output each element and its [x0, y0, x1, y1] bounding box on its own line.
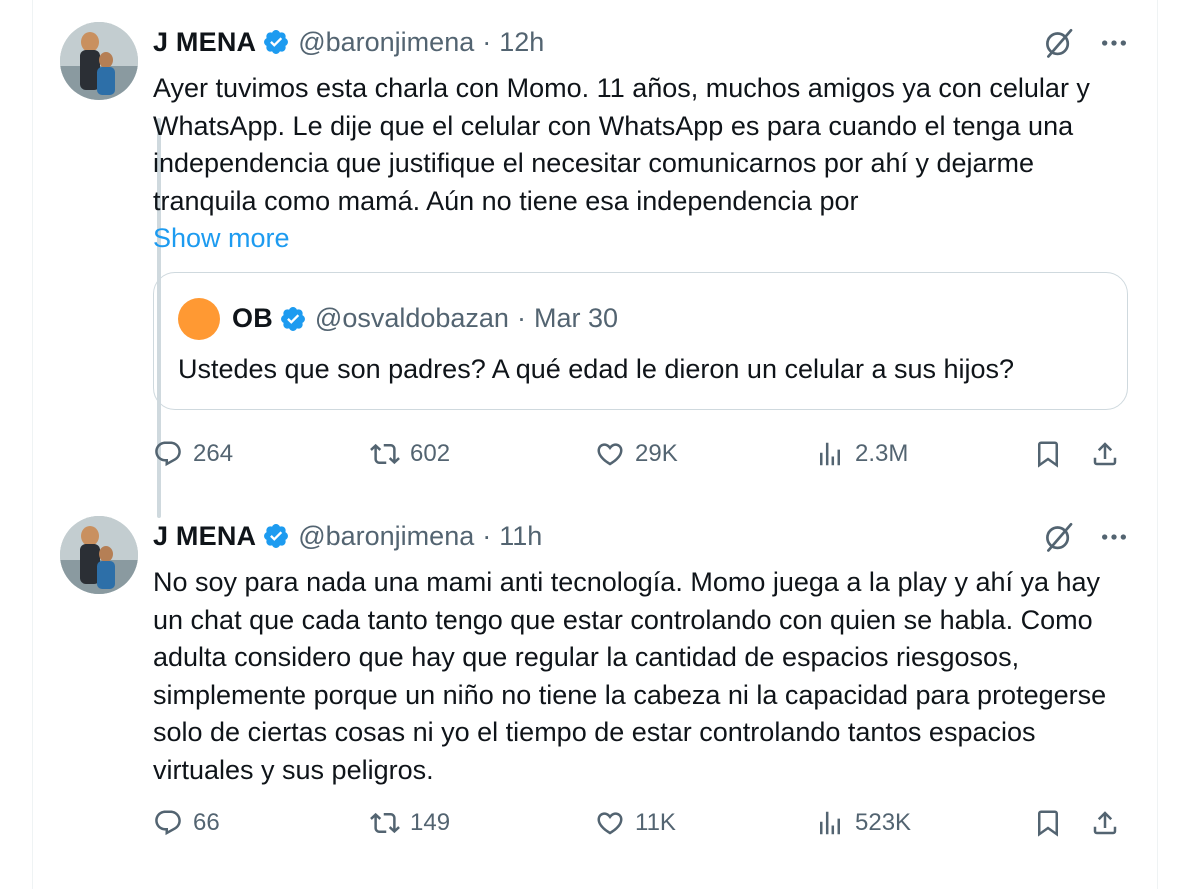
- tweet-header: J MENA @baronjimena · 12h: [153, 14, 1130, 70]
- author-handle[interactable]: @baronjimena: [298, 27, 474, 58]
- action-bar: 66 149 11K 523K: [153, 808, 1128, 848]
- views-button[interactable]: 2.3M: [815, 439, 908, 469]
- views-icon: [820, 811, 840, 835]
- share-button[interactable]: [1090, 808, 1120, 838]
- retweet-count: 149: [410, 809, 451, 836]
- share-button[interactable]: [1090, 439, 1120, 469]
- author-name[interactable]: J MENA: [153, 27, 256, 58]
- timestamp: Mar 30: [533, 303, 618, 333]
- author-name[interactable]: J MENA: [153, 521, 256, 552]
- timestamp[interactable]: 12h: [499, 27, 544, 58]
- retweet-button[interactable]: 149: [370, 808, 450, 838]
- bookmark-icon: [1038, 810, 1058, 837]
- bookmark-button[interactable]: [1033, 439, 1063, 469]
- quote-text: Ustedes que son padres? A qué edad le di…: [178, 353, 1015, 384]
- grok-icon[interactable]: [1042, 26, 1076, 60]
- tweet-text: Ayer tuvimos esta charla con Momo. 11 añ…: [153, 73, 1090, 216]
- views-count: 2.3M: [855, 440, 909, 467]
- show-more-link[interactable]: Show more: [153, 220, 1130, 258]
- heart-icon: [597, 443, 623, 466]
- avatar[interactable]: [60, 22, 138, 100]
- verified-badge-icon: [264, 524, 289, 548]
- reply-count: 66: [193, 809, 220, 836]
- retweet-icon: [370, 812, 400, 834]
- author-name: OB: [232, 303, 273, 333]
- quoted-tweet[interactable]: OB @osvaldobazan · Mar 30 Ustedes que so…: [153, 271, 1128, 410]
- views-icon: [820, 442, 840, 466]
- share-icon: [1093, 811, 1117, 835]
- more-icon[interactable]: [1098, 27, 1130, 59]
- reply-button[interactable]: 264: [153, 439, 233, 469]
- timestamp[interactable]: 11h: [499, 521, 542, 552]
- verified-badge-icon: [264, 30, 289, 54]
- more-icon[interactable]: [1098, 521, 1130, 553]
- avatar[interactable]: [60, 516, 138, 594]
- action-bar: 264 602 29K 2.3M: [153, 439, 1128, 479]
- like-count: 29K: [635, 440, 678, 467]
- heart-icon: [597, 812, 623, 835]
- reply-icon: [155, 810, 181, 836]
- like-button[interactable]: 29K: [595, 439, 678, 469]
- like-count: 11K: [635, 809, 676, 836]
- reply-count: 264: [193, 440, 234, 467]
- separator: ·: [482, 520, 492, 551]
- author-handle: @osvaldobazan: [314, 303, 509, 333]
- like-button[interactable]: 11K: [595, 808, 676, 838]
- retweet-button[interactable]: 602: [370, 439, 450, 469]
- verified-badge-icon: [280, 306, 305, 331]
- tweet-text: No soy para nada una mami anti tecnologí…: [153, 567, 1107, 785]
- bookmark-icon: [1038, 441, 1058, 468]
- reply-button[interactable]: 66: [153, 808, 220, 838]
- grok-icon[interactable]: [1042, 520, 1076, 554]
- views-button[interactable]: 523K: [815, 808, 911, 838]
- separator: ·: [482, 26, 492, 57]
- quote-header: OB @osvaldobazan · Mar 30: [178, 297, 618, 341]
- retweet-count: 602: [410, 440, 451, 467]
- separator: ·: [516, 303, 526, 333]
- tweet-header: J MENA @baronjimena · 11h: [153, 508, 1130, 564]
- bookmark-button[interactable]: [1033, 808, 1063, 838]
- reply-icon: [155, 441, 181, 467]
- share-icon: [1093, 442, 1117, 466]
- avatar[interactable]: [178, 297, 220, 340]
- author-handle[interactable]: @baronjimena: [298, 521, 474, 552]
- retweet-icon: [370, 443, 400, 465]
- views-count: 523K: [855, 809, 912, 836]
